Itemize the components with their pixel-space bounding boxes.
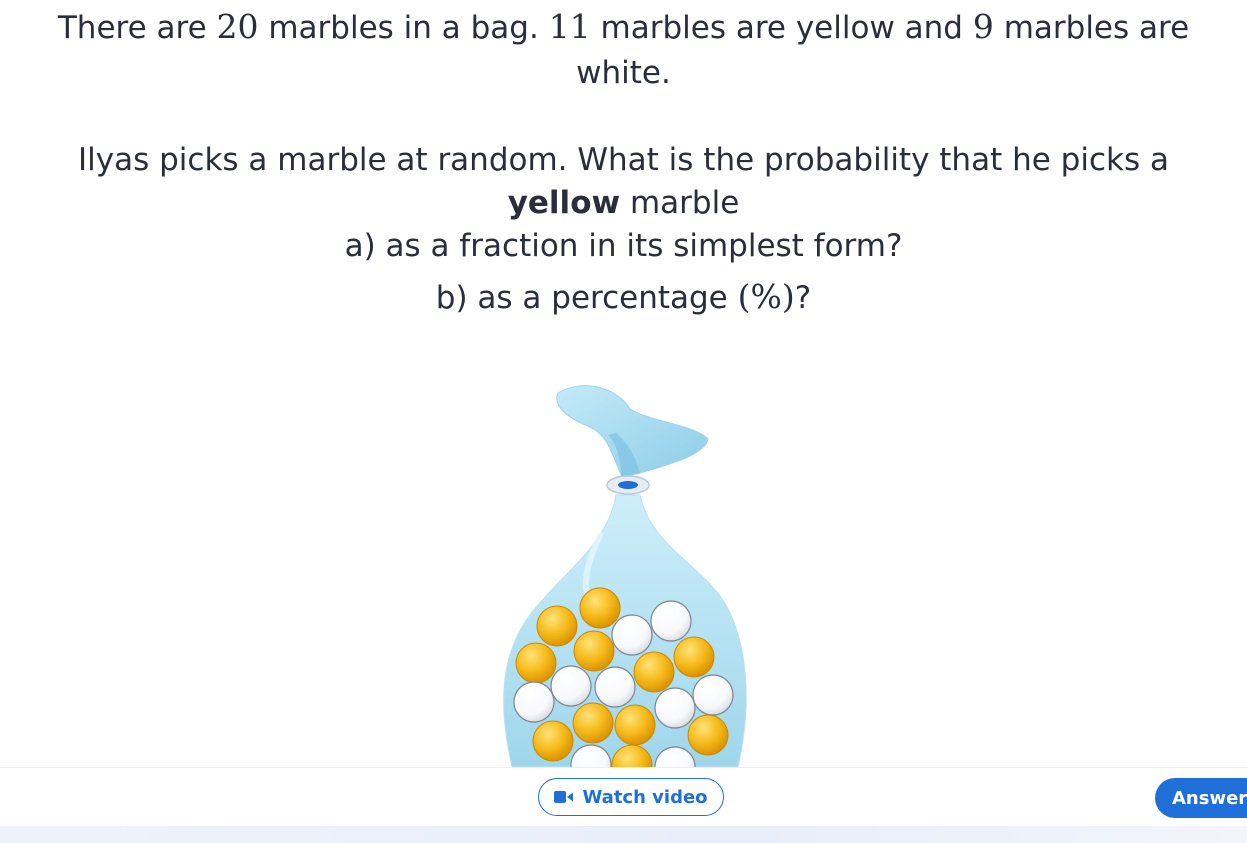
question-text-part: There are: [57, 10, 217, 46]
bottom-panel-strip: [0, 826, 1247, 843]
question-line-1: There are 20 marbles in a bag. 11 marble…: [0, 10, 1247, 44]
question-text-part: b) as a percentage: [435, 280, 738, 316]
answer-button[interactable]: Answer: [1155, 778, 1247, 818]
part-a-prompt: a) as a fraction in its simplest form?: [344, 228, 903, 264]
answer-label: Answer: [1172, 787, 1247, 809]
bag-drawing: [503, 385, 747, 767]
video-camera-icon: [554, 791, 574, 803]
question-text-part: marbles in a bag.: [258, 10, 549, 46]
percent-symbol: (%): [737, 277, 795, 316]
question-text-part: marble: [620, 185, 740, 221]
yellow-count-number: 11: [548, 7, 591, 46]
question-line-2: white.: [576, 55, 671, 91]
watch-video-label: Watch video: [582, 786, 708, 808]
question-line-3: Ilyas picks a marble at random. What is …: [78, 142, 1169, 178]
marble-bag-illustration: [490, 375, 760, 767]
white-count-number: 9: [972, 7, 994, 46]
question-text-part: marbles are yellow and: [590, 10, 973, 46]
question-line-4: yellow marble: [0, 188, 1247, 219]
total-marbles-number: 20: [216, 7, 259, 46]
footer-divider: [0, 767, 1247, 768]
watch-video-button[interactable]: Watch video: [538, 778, 724, 816]
yellow-emphasis: yellow: [507, 185, 621, 221]
question-text-part: ?: [794, 280, 812, 316]
part-b-prompt: b) as a percentage (%)?: [0, 280, 1247, 314]
question-text-part: marbles are: [993, 10, 1190, 46]
